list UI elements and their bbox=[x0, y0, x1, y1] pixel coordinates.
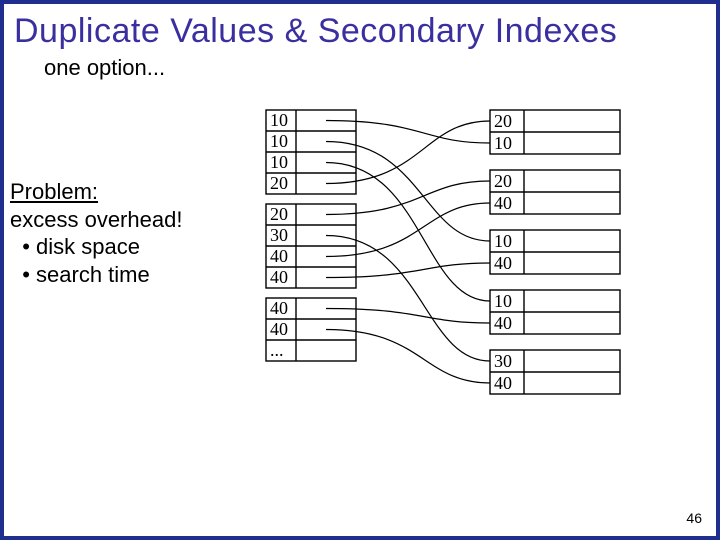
index-value: 40 bbox=[270, 319, 288, 339]
data-value: 10 bbox=[494, 231, 512, 251]
data-value: 40 bbox=[494, 193, 512, 213]
data-value: 20 bbox=[494, 171, 512, 191]
data-value: 10 bbox=[494, 133, 512, 153]
data-value: 40 bbox=[494, 253, 512, 273]
data-value: 30 bbox=[494, 351, 512, 371]
pointer-link bbox=[326, 263, 490, 278]
data-value: 40 bbox=[494, 373, 512, 393]
data-value: 20 bbox=[494, 111, 512, 131]
index-value: 10 bbox=[270, 131, 288, 151]
index-value: 10 bbox=[270, 152, 288, 172]
diagram: 10101020203040404040...20102040104010403… bbox=[4, 4, 720, 540]
pointer-link bbox=[326, 309, 490, 324]
pointer-link bbox=[326, 142, 490, 242]
data-value: 10 bbox=[494, 291, 512, 311]
pointer-link bbox=[326, 181, 490, 215]
index-value: 40 bbox=[270, 246, 288, 266]
index-value: 10 bbox=[270, 110, 288, 130]
pointer-link bbox=[326, 203, 490, 257]
index-value: 40 bbox=[270, 267, 288, 287]
index-value: 20 bbox=[270, 204, 288, 224]
index-value: ... bbox=[270, 340, 284, 360]
index-value: 20 bbox=[270, 173, 288, 193]
pointer-link bbox=[326, 330, 490, 384]
index-value: 30 bbox=[270, 225, 288, 245]
data-value: 40 bbox=[494, 313, 512, 333]
index-value: 40 bbox=[270, 298, 288, 318]
